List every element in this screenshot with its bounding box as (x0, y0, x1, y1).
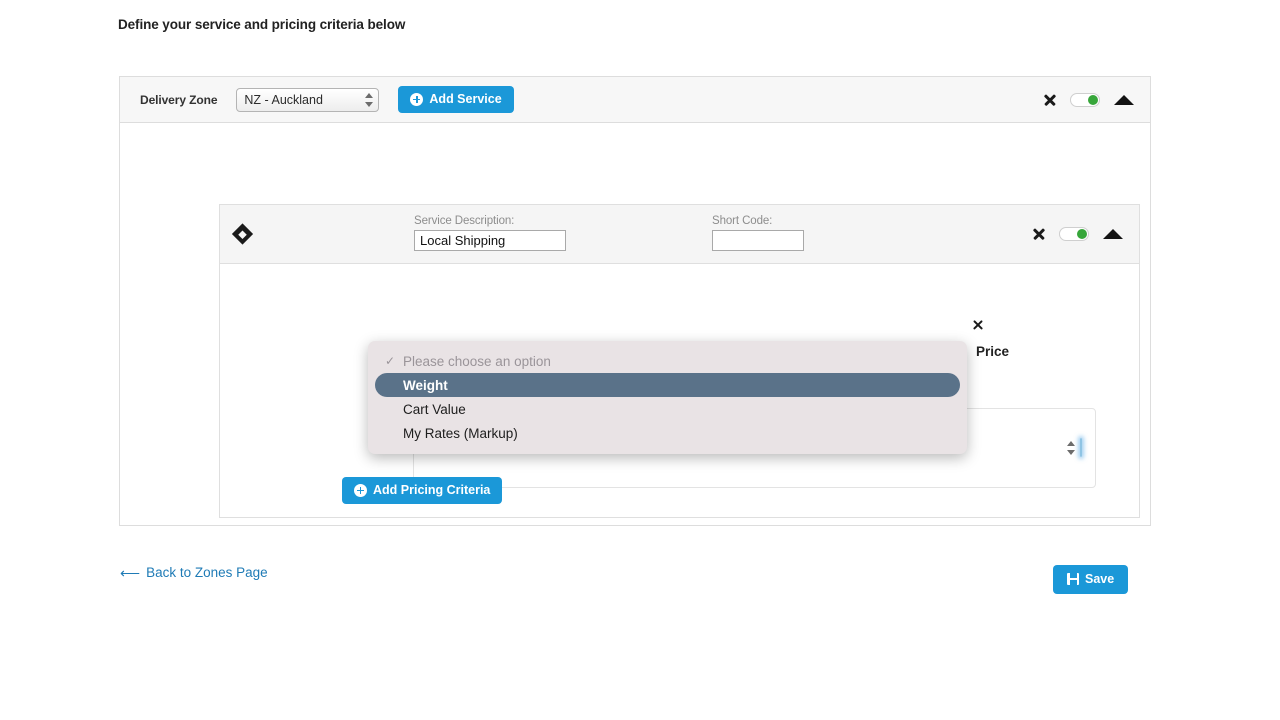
service-description-label: Service Description: (414, 215, 515, 227)
condition-select[interactable] (1080, 438, 1082, 457)
toggle-knob (1088, 94, 1098, 105)
short-code-group: Short Code: (712, 215, 804, 251)
service-panel-header: Service Description: Short Code: (220, 205, 1139, 264)
move-diamond-icon[interactable] (231, 223, 254, 245)
service-enabled-toggle[interactable] (1059, 227, 1089, 241)
delivery-zone-select[interactable]: NZ - Auckland (236, 87, 380, 112)
short-code-label: Short Code: (712, 215, 773, 227)
condition-select-wrap (1066, 438, 1082, 457)
dropdown-option-label: Weight (403, 377, 448, 393)
dropdown-option-placeholder[interactable]: ✓ Please choose an option (375, 349, 960, 373)
short-code-input[interactable] (712, 230, 804, 251)
add-pricing-criteria-button[interactable]: Add Pricing Criteria (342, 477, 503, 504)
page-root: Define your service and pricing criteria… (0, 0, 1280, 720)
service-description-input[interactable] (414, 230, 566, 251)
delivery-zone-header: Delivery Zone NZ - Auckland Add Service (120, 77, 1150, 123)
delivery-zone-label: Delivery Zone (140, 92, 218, 107)
save-label: Save (1085, 572, 1115, 586)
add-pricing-criteria-label: Add Pricing Criteria (373, 483, 491, 498)
save-disk-icon (1067, 573, 1079, 586)
toggle-knob (1077, 229, 1087, 239)
plus-circle-icon (354, 484, 367, 497)
dropdown-option-label: My Rates (Markup) (403, 425, 518, 441)
zone-header-controls (1043, 92, 1134, 107)
condition-dropdown-menu[interactable]: ✓ Please choose an option Weight Cart Va… (368, 341, 967, 454)
column-header-price: Price (976, 344, 1010, 359)
service-header-controls (1032, 227, 1123, 241)
dropdown-option-cart-value[interactable]: Cart Value (375, 397, 960, 421)
service-description-group: Service Description: (414, 215, 566, 251)
delivery-zone-select-wrap: NZ - Auckland (236, 87, 380, 112)
save-button[interactable]: Save (1053, 565, 1129, 594)
add-service-label: Add Service (429, 92, 502, 107)
caret-up-icon[interactable] (1103, 229, 1123, 239)
delivery-zone-body: Priority 1 Priority 2 Service Descriptio… (120, 123, 1150, 525)
dropdown-option-label: Cart Value (403, 401, 466, 417)
dropdown-option-label: Please choose an option (403, 353, 551, 369)
delivery-zone-panel: Delivery Zone NZ - Auckland Add Service (119, 76, 1151, 526)
add-service-button[interactable]: Add Service (398, 86, 514, 113)
back-to-zones-label: Back to Zones Page (146, 565, 268, 580)
plus-circle-icon (410, 93, 424, 106)
caret-up-icon[interactable] (1114, 94, 1134, 105)
arrow-left-icon: ⟵ (120, 564, 141, 581)
dropdown-option-my-rates[interactable]: My Rates (Markup) (375, 421, 960, 445)
back-to-zones-link[interactable]: ⟵ Back to Zones Page (120, 565, 268, 580)
check-icon: ✓ (385, 354, 396, 368)
delete-criteria-row-icon[interactable] (972, 319, 983, 330)
stepper-arrows-icon (1066, 441, 1075, 455)
zone-enabled-toggle[interactable] (1070, 92, 1100, 107)
page-title: Define your service and pricing criteria… (118, 17, 406, 32)
dropdown-option-weight[interactable]: Weight (375, 373, 960, 397)
close-x-icon[interactable] (1032, 228, 1045, 241)
close-x-icon[interactable] (1043, 93, 1056, 106)
